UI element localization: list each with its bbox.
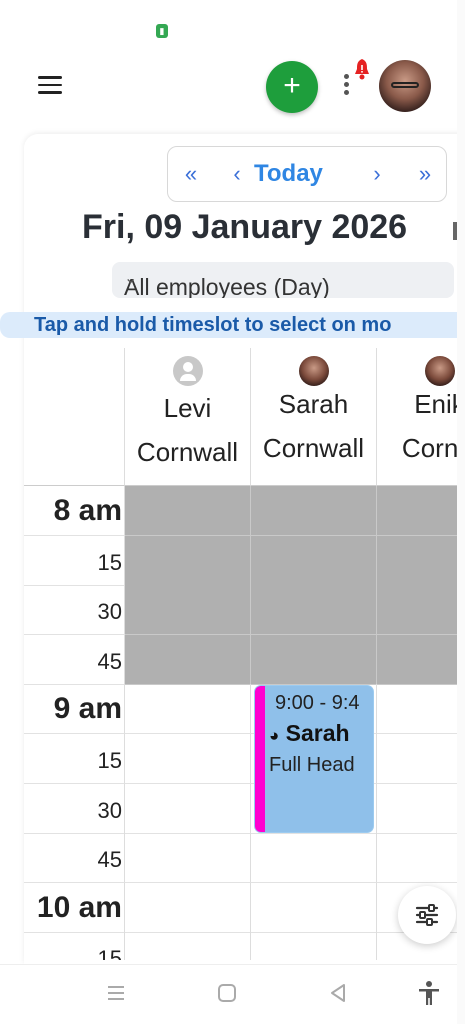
timeslot-cell[interactable] — [377, 585, 465, 636]
timeslot-cell[interactable] — [251, 486, 377, 536]
today-button[interactable]: Today — [254, 147, 323, 201]
timeslot-cell[interactable] — [377, 734, 465, 784]
timeslot-cell[interactable] — [377, 784, 465, 834]
timeslot-cell[interactable] — [125, 783, 251, 834]
recents-icon[interactable] — [102, 979, 130, 1007]
minute-label: 45 — [97, 648, 122, 674]
timeslot-cell[interactable] — [377, 535, 465, 586]
employee-header-enik[interactable]: Enik Cornw — [377, 348, 465, 486]
minute-label: 15 — [97, 946, 122, 960]
timeslot-cell[interactable] — [125, 486, 251, 536]
hamburger-menu-icon[interactable] — [38, 76, 62, 94]
employee-last-name: Cornwall — [262, 433, 365, 463]
employee-header-sarah[interactable]: Sarah Cornwall — [251, 348, 377, 486]
timeslot-cell[interactable] — [377, 486, 465, 536]
timeslot-cell[interactable] — [251, 585, 377, 636]
previous-day-button[interactable]: ‹ — [224, 147, 250, 201]
hour-label: 9 am — [53, 692, 122, 726]
hour-label: 10 am — [36, 890, 122, 924]
edge-shade — [457, 0, 465, 1024]
bell-notification-icon[interactable] — [352, 58, 372, 80]
appointment-block[interactable]: 9:00 - 9:4 ◕ Sarah Full Head — [255, 686, 373, 832]
filter-sliders-icon — [415, 904, 439, 926]
timeslot-cell[interactable] — [251, 833, 377, 884]
time-row: 45 — [24, 833, 465, 884]
timeslot-cell[interactable] — [125, 882, 251, 933]
hint-banner: Tap and hold timeslot to select on mo — [0, 312, 465, 338]
date-navigation: « ‹ Today › » — [167, 146, 447, 202]
timeslot-cell[interactable] — [125, 634, 251, 685]
appointment-time: 9:00 - 9:4 — [275, 692, 360, 714]
hint-text: Tap and hold timeslot to select on mo — [34, 314, 392, 336]
app-bar: + — [0, 44, 465, 128]
appointment-client-name: Sarah — [285, 720, 350, 746]
time-row: 9 am — [24, 684, 465, 735]
schedule-grid: Levi Cornwall Sarah Cornwall Enik Cornw … — [24, 348, 465, 960]
appointment-service: Full Head — [269, 754, 355, 776]
add-button[interactable]: + — [266, 61, 318, 113]
minute-label: 30 — [97, 797, 122, 823]
filter-sliders-button[interactable] — [398, 886, 456, 944]
time-header-cell — [24, 348, 125, 486]
time-row: 45 — [24, 634, 465, 685]
timeslot-cell[interactable] — [125, 734, 251, 784]
timeslot-cell[interactable] — [377, 684, 465, 735]
employee-first-name: Sarah — [278, 389, 349, 419]
employee-header-levi[interactable]: Levi Cornwall — [125, 348, 251, 486]
pie-status-icon: ◕ — [269, 726, 280, 745]
back-icon[interactable] — [324, 979, 352, 1007]
accessibility-icon[interactable] — [415, 979, 443, 1007]
date-title: Fri, 09 January 2026 — [82, 208, 408, 246]
timeslot-cell[interactable] — [125, 535, 251, 586]
minute-label: 30 — [97, 599, 122, 625]
timeslot-cell[interactable] — [125, 932, 251, 960]
minute-label: 45 — [97, 847, 122, 873]
time-row: 30 — [24, 783, 465, 834]
time-row: 15 — [24, 535, 465, 586]
timeslot-cell[interactable] — [125, 684, 251, 735]
employee-last-name: Cornw — [401, 433, 465, 463]
timeslot-cell[interactable] — [251, 634, 377, 685]
employee-first-name: Enik — [414, 389, 465, 419]
timeslot-cell[interactable] — [125, 833, 251, 884]
person-icon — [172, 356, 203, 386]
home-icon[interactable] — [213, 979, 241, 1007]
time-row: 15 — [24, 734, 465, 784]
minute-label: 15 — [97, 748, 122, 773]
employee-first-name: Levi — [163, 393, 212, 423]
user-avatar[interactable] — [379, 60, 431, 112]
next-day-button[interactable]: › — [364, 147, 390, 201]
last-page-button[interactable]: » — [410, 147, 440, 201]
timeslot-cell[interactable] — [251, 882, 377, 933]
timeslot-cell[interactable] — [251, 932, 377, 960]
employee-view-select[interactable]: All employees (Day) ⌄ — [112, 262, 454, 298]
more-vertical-icon[interactable] — [341, 74, 351, 100]
system-navigation-bar — [0, 964, 465, 1025]
timeslot-cell[interactable] — [377, 833, 465, 884]
chevron-down-icon: ⌄ — [124, 270, 138, 287]
minute-label: 15 — [97, 549, 122, 575]
timeslot-cell[interactable] — [125, 585, 251, 636]
first-page-button[interactable]: « — [176, 147, 206, 201]
hour-label: 8 am — [53, 494, 122, 527]
timeslot-cell[interactable] — [377, 634, 465, 685]
timeslot-cell[interactable] — [251, 535, 377, 586]
appointment-color-bar — [255, 686, 265, 832]
time-row: 8 am — [24, 486, 465, 536]
time-row: 30 — [24, 585, 465, 636]
battery-icon: ▮ — [156, 24, 168, 38]
appointment-client: ◕ Sarah — [269, 720, 350, 747]
employee-last-name: Cornwall — [136, 437, 239, 467]
